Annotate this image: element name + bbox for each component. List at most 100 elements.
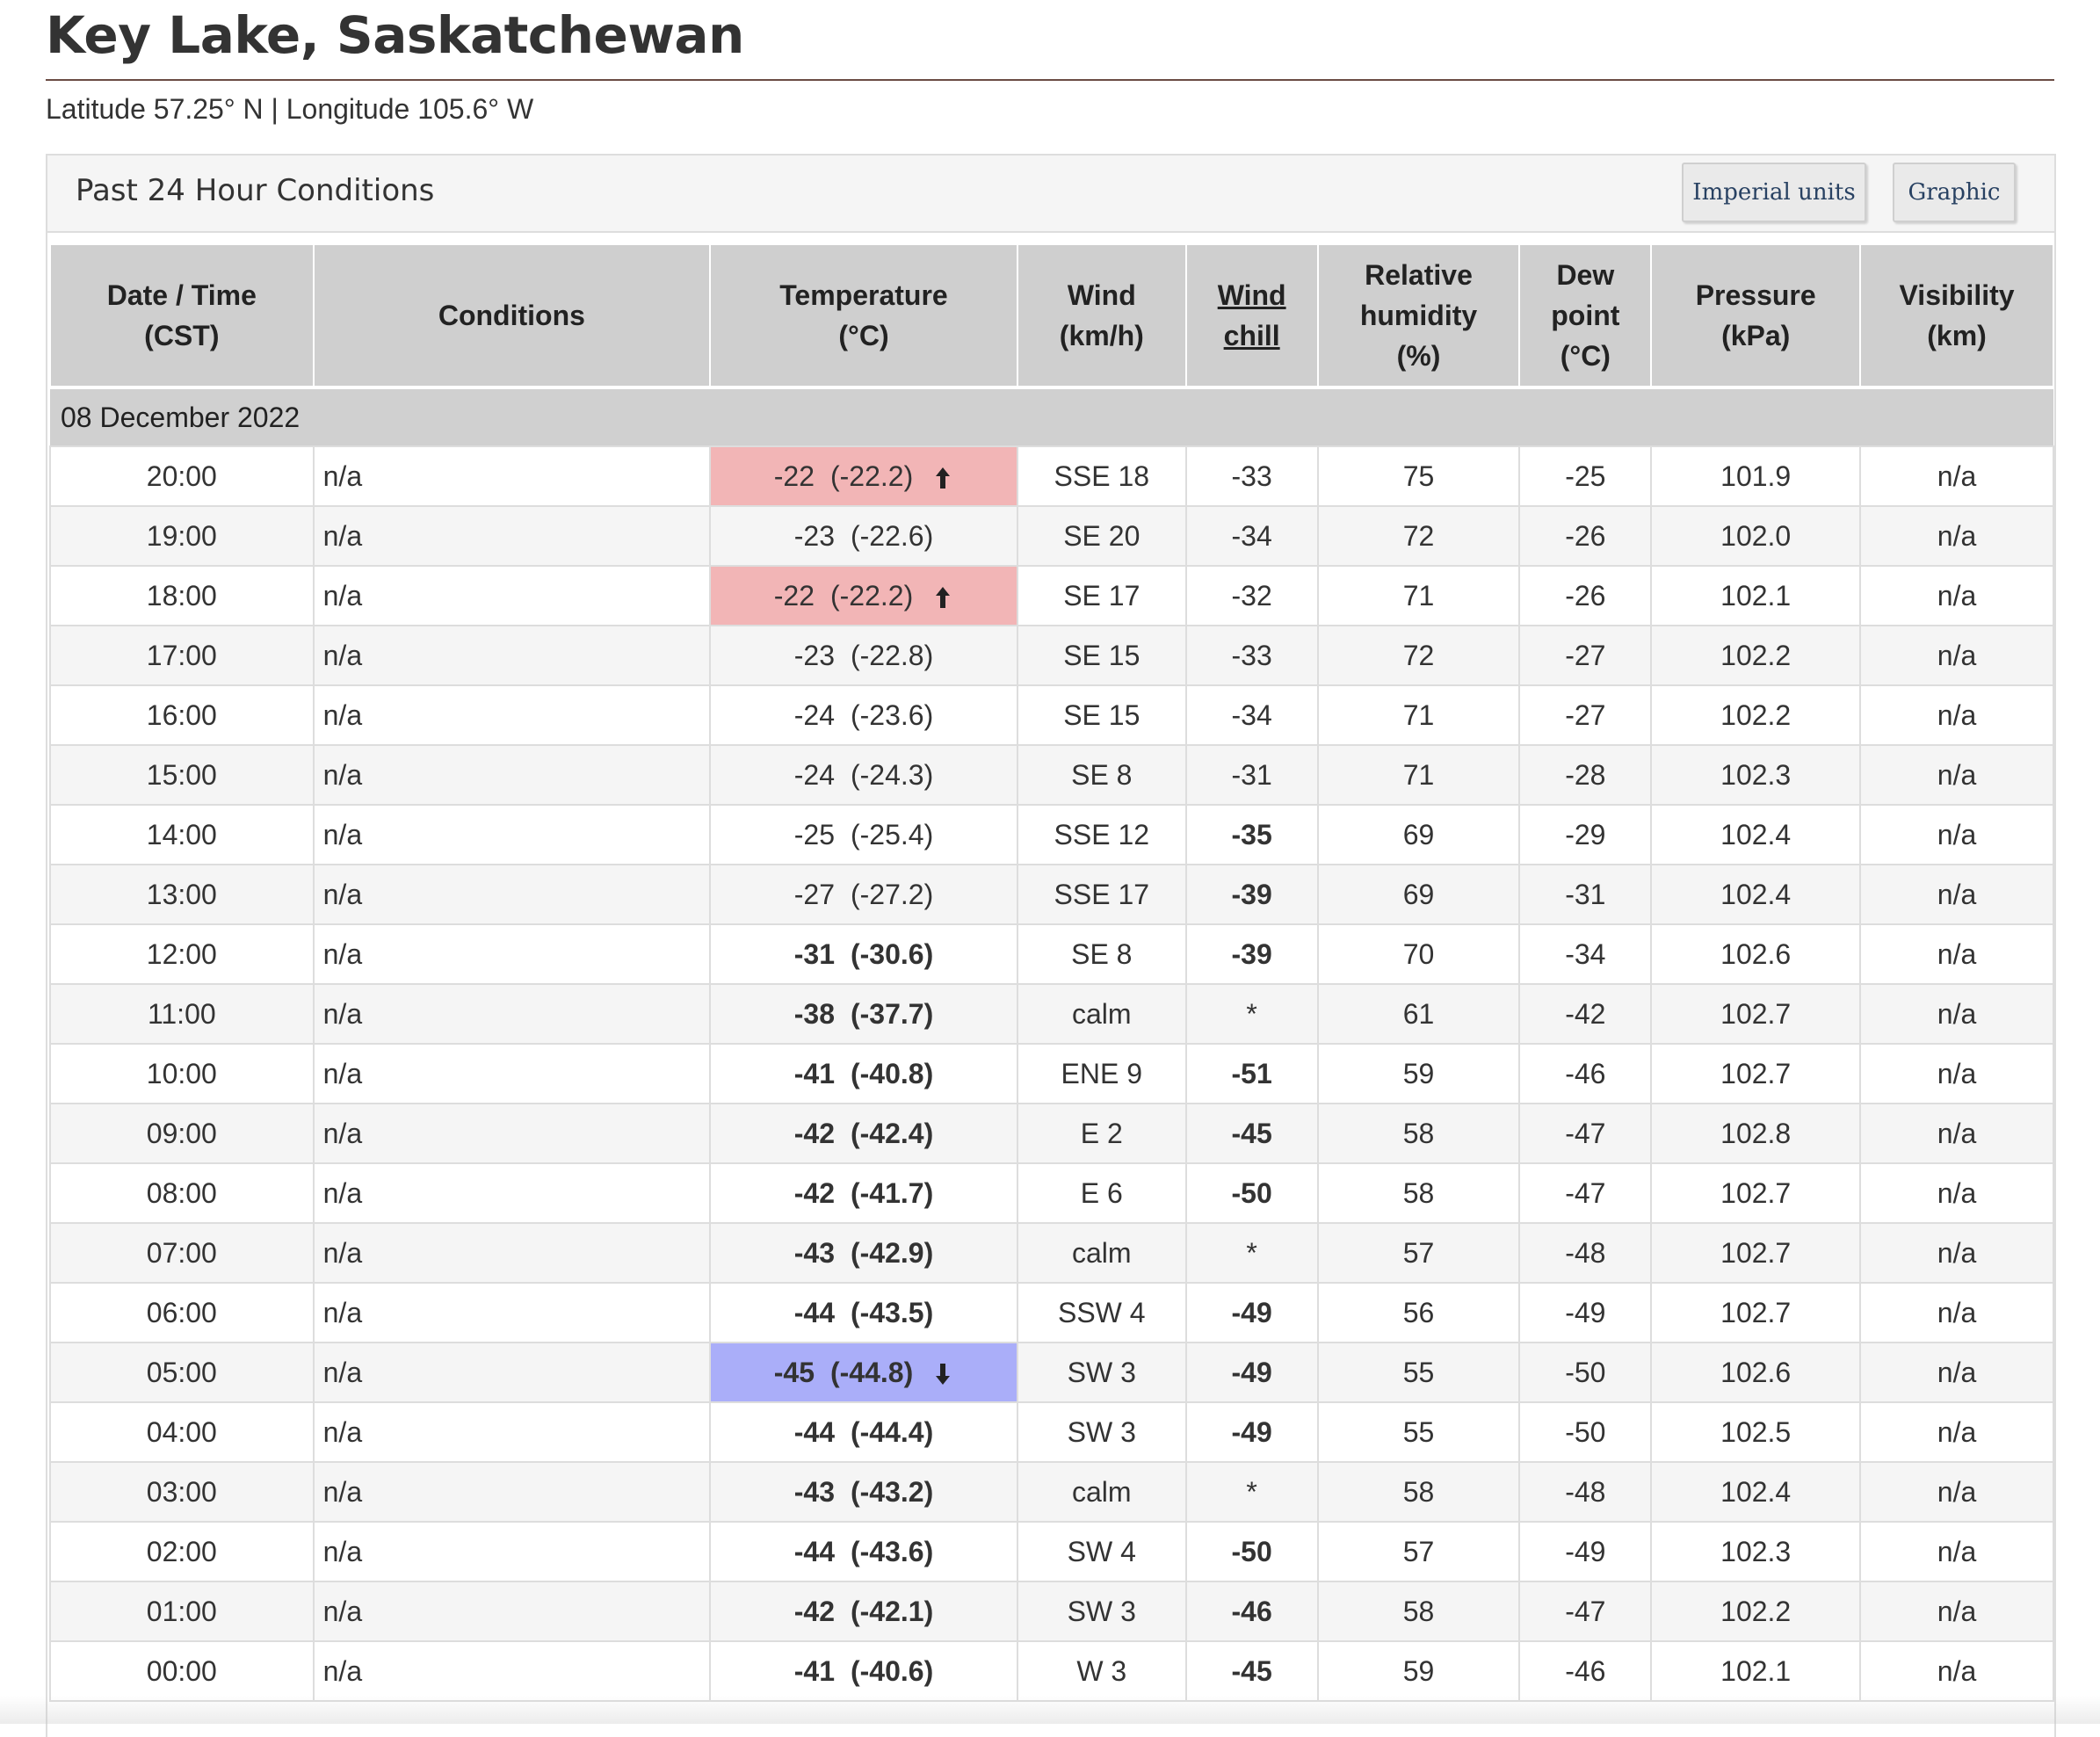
wind-cell-value: E 2	[1080, 1117, 1123, 1149]
temperature-rounded: -42	[793, 1176, 835, 1209]
pressure-cell-value: 102.6	[1720, 1356, 1792, 1388]
visibility-cell-value: n/a	[1937, 1535, 1977, 1567]
dewpoint-cell-value: -48	[1565, 1236, 1606, 1269]
time-cell: 04:00	[49, 1401, 315, 1463]
time-cell: 03:00	[49, 1461, 315, 1523]
temperature-rounded: -44	[793, 1535, 835, 1567]
dewpoint-cell: -42	[1518, 983, 1653, 1045]
time-cell-value: 11:00	[147, 997, 216, 1030]
wind-cell: SE 20	[1016, 505, 1187, 567]
header-humidity: Relative humidity (%)	[1316, 245, 1521, 389]
dewpoint-cell-value: -29	[1565, 818, 1606, 850]
humidity-cell-value: 69	[1402, 818, 1435, 850]
header-line: Visibility	[1899, 279, 2015, 311]
humidity-cell: 75	[1316, 445, 1521, 507]
page-title: Key Lake, Saskatchewan	[46, 5, 744, 65]
wind-cell-value: SSE 18	[1054, 460, 1150, 492]
conditions-cell: n/a	[312, 983, 712, 1045]
header-pressure: Pressure (kPa)	[1650, 245, 1862, 389]
humidity-cell: 55	[1316, 1342, 1521, 1403]
dewpoint-cell-value: -31	[1565, 878, 1606, 910]
table-row: 17:00 n/a -23 (-22.8) SE 15 -33 72 -27 102.2 n/a	[49, 625, 2054, 686]
pressure-cell: 102.8	[1650, 1103, 1862, 1164]
page: Key Lake, Saskatchewan Latitude 57.25° N…	[0, 0, 2100, 1737]
humidity-cell: 71	[1316, 684, 1521, 746]
temperature-precise: (-43.6)	[850, 1535, 934, 1567]
temperature-precise: (-43.5)	[850, 1296, 934, 1328]
temperature-cell: -41 (-40.8)	[709, 1043, 1018, 1104]
header-line: (°C)	[1560, 340, 1611, 372]
date-label: 08 December 2022	[50, 387, 2053, 446]
dewpoint-cell-value: -27	[1565, 698, 1606, 731]
humidity-cell-value: 71	[1402, 579, 1435, 612]
table-row: 12:00 n/a -31 (-30.6) SE 8 -39 70 -34 102.6 n/a	[49, 923, 2054, 985]
pressure-cell: 102.4	[1650, 1461, 1862, 1523]
conditions-cell-value: n/a	[322, 997, 363, 1030]
header-line: Pressure	[1695, 279, 1816, 311]
visibility-cell-value: n/a	[1937, 937, 1977, 970]
time-cell-value: 03:00	[146, 1475, 217, 1508]
dewpoint-cell-value: -27	[1565, 639, 1606, 671]
conditions-cell-value: n/a	[322, 460, 363, 492]
dewpoint-cell: -48	[1518, 1461, 1653, 1523]
windchill-cell: -49	[1184, 1282, 1319, 1343]
visibility-cell: n/a	[1859, 625, 2054, 686]
wind-cell-value: SSW 4	[1057, 1296, 1146, 1328]
header-temperature: Temperature (°C)	[709, 245, 1018, 389]
dewpoint-cell-value: -47	[1565, 1117, 1606, 1149]
wind-cell-value: SSE 12	[1054, 818, 1150, 850]
conditions-cell: n/a	[312, 1282, 712, 1343]
header-line[interactable]: chill	[1224, 320, 1280, 351]
visibility-cell-value: n/a	[1937, 639, 1977, 671]
imperial-units-button[interactable]: Imperial units	[1682, 163, 1866, 222]
table-row: 06:00 n/a -44 (-43.5) SSW 4 -49 56 -49 102.7 n/a	[49, 1282, 2054, 1343]
wind-cell-value: calm	[1072, 997, 1132, 1030]
conditions-cell: n/a	[312, 1401, 712, 1463]
header-visibility: Visibility (km)	[1859, 245, 2054, 389]
visibility-cell-value: n/a	[1937, 758, 1977, 791]
windchill-cell-value: -34	[1231, 698, 1272, 731]
conditions-cell: n/a	[312, 565, 712, 626]
time-cell-value: 02:00	[146, 1535, 217, 1567]
visibility-cell: n/a	[1859, 1222, 2054, 1284]
windchill-cell-value: -35	[1231, 818, 1272, 850]
humidity-cell-value: 75	[1402, 460, 1435, 492]
dewpoint-cell-value: -26	[1565, 579, 1606, 612]
header-line[interactable]: Wind	[1218, 279, 1286, 311]
time-cell-value: 01:00	[146, 1595, 217, 1627]
header-line: (km/h)	[1059, 320, 1144, 351]
pressure-cell-value: 102.3	[1720, 1535, 1792, 1567]
conditions-cell-value: n/a	[322, 579, 363, 612]
conditions-cell: n/a	[312, 1222, 712, 1284]
wind-cell: calm	[1016, 1222, 1187, 1284]
conditions-cell-value: n/a	[322, 878, 363, 910]
temperature-precise: (-44.8)	[829, 1356, 914, 1388]
graphic-button[interactable]: Graphic	[1893, 163, 2016, 222]
windchill-cell: *	[1184, 1222, 1319, 1284]
table-row: 16:00 n/a -24 (-23.6) SE 15 -34 71 -27 102.2 n/a	[49, 684, 2054, 746]
time-cell-value: 06:00	[146, 1296, 217, 1328]
wind-cell: SSW 4	[1016, 1282, 1187, 1343]
dewpoint-cell-value: -48	[1565, 1475, 1606, 1508]
pressure-cell-value: 102.4	[1720, 878, 1792, 910]
dewpoint-cell: -50	[1518, 1401, 1653, 1463]
header-windchill[interactable]: Wind chill	[1184, 245, 1319, 389]
humidity-cell: 70	[1316, 923, 1521, 985]
visibility-cell-value: n/a	[1937, 698, 1977, 731]
table-row: 00:00 n/a -41 (-40.6) W 3 -45 59 -46 102.1 n/a	[49, 1640, 2054, 1702]
humidity-cell: 71	[1316, 565, 1521, 626]
time-cell: 14:00	[49, 804, 315, 865]
pressure-cell: 102.2	[1650, 684, 1862, 746]
dewpoint-cell-value: -50	[1565, 1356, 1606, 1388]
dewpoint-cell: -27	[1518, 625, 1653, 686]
humidity-cell-value: 71	[1402, 698, 1435, 731]
humidity-cell: 58	[1316, 1103, 1521, 1164]
header-dewpoint: Dew point (°C)	[1518, 245, 1653, 389]
wind-cell: SSE 18	[1016, 445, 1187, 507]
table-row: 02:00 n/a -44 (-43.6) SW 4 -50 57 -49 102.3 n/a	[49, 1521, 2054, 1582]
conditions-cell-value: n/a	[322, 1415, 363, 1448]
dewpoint-cell: -28	[1518, 744, 1653, 806]
visibility-cell: n/a	[1859, 1342, 2054, 1403]
header-line: (°C)	[838, 320, 889, 351]
windchill-cell: -39	[1184, 923, 1319, 985]
